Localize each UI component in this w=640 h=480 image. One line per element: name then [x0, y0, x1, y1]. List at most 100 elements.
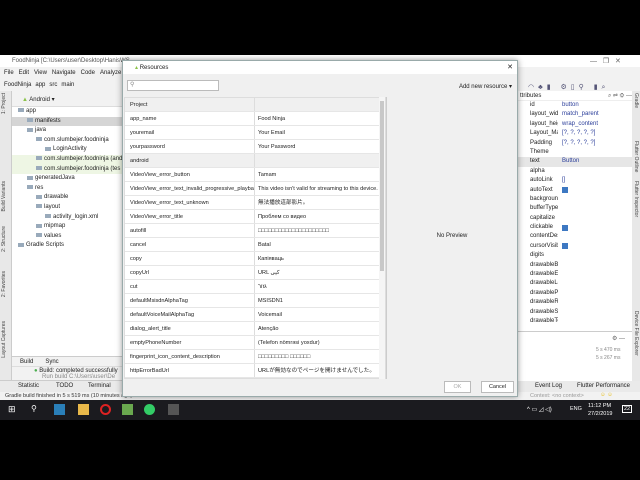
- attribute-row[interactable]: clickable: [518, 223, 632, 232]
- attribute-row[interactable]: Layout_Margin[?, ?, ?, ?, ?]: [518, 129, 632, 138]
- language-indicator[interactable]: ENG: [570, 406, 582, 412]
- attributes-toolbar[interactable]: ⌕ ⇄ ⚙ —: [608, 93, 632, 100]
- close-icon[interactable]: ✕: [507, 63, 513, 71]
- attribute-row[interactable]: id button: [518, 101, 632, 110]
- attribute-value[interactable]: [558, 167, 562, 176]
- tool-tab[interactable]: 2: Structure: [1, 226, 7, 252]
- menu-navigate[interactable]: Navigate: [52, 70, 76, 79]
- table-row[interactable]: defaultVoiceMailAlphaTag Voicemail: [125, 308, 385, 322]
- attribute-row[interactable]: drawableBottom: [518, 261, 632, 270]
- clock-time[interactable]: 11:12 PM: [588, 403, 611, 409]
- notifications-button[interactable]: 22: [622, 405, 633, 413]
- table-row[interactable]: VideoView_error_button Tamam: [125, 168, 385, 182]
- feedback-icons[interactable]: ☺ ☺: [600, 392, 613, 398]
- breadcrumb-item[interactable]: FoodNinja: [4, 82, 31, 91]
- table-row[interactable]: cut גזור: [125, 280, 385, 294]
- attribute-value[interactable]: [?, ?, ?, ?, ?]: [558, 129, 595, 138]
- menu-file[interactable]: File: [4, 70, 14, 79]
- search-input[interactable]: ⚲: [127, 80, 219, 91]
- attribute-row[interactable]: drawableEnd: [518, 270, 632, 279]
- tree-item[interactable]: values: [12, 232, 122, 242]
- search-icon[interactable]: ⚲: [31, 404, 42, 415]
- start-icon[interactable]: ⊞: [8, 404, 19, 415]
- app-icon[interactable]: [122, 404, 133, 415]
- attribute-row[interactable]: contentDescrip: [518, 232, 632, 241]
- tree-item[interactable]: com.slumbejer.foodninja (and: [12, 154, 122, 165]
- attribute-row[interactable]: text Button: [518, 157, 632, 167]
- tree-item[interactable]: mipmap: [12, 222, 122, 232]
- tree-item[interactable]: com.slumbejer.foodninja (tes: [12, 164, 122, 175]
- tool-tab[interactable]: 1: Project: [1, 93, 7, 114]
- attribute-row[interactable]: autoText: [518, 186, 632, 195]
- gear-icon[interactable]: ⚙ —: [612, 335, 625, 342]
- attribute-row[interactable]: layout_heightwrap_content: [518, 120, 632, 129]
- app-icon[interactable]: [54, 404, 65, 415]
- app-icon[interactable]: [168, 404, 179, 415]
- flag-icon[interactable]: [562, 224, 568, 231]
- attribute-row[interactable]: background: [518, 195, 632, 204]
- table-row[interactable]: copyUrl URL کپی: [125, 266, 385, 280]
- table-row[interactable]: youremail Your Email: [125, 126, 385, 140]
- breadcrumb-item[interactable]: app: [35, 82, 45, 91]
- context-selector[interactable]: Context: <no context>: [530, 393, 584, 399]
- clock-date[interactable]: 27/2/2019: [588, 411, 612, 417]
- table-row[interactable]: copy Капіяваць: [125, 252, 385, 266]
- attribute-value[interactable]: [?, ?, ?, ?, ?]: [558, 139, 595, 148]
- attribute-row[interactable]: bufferType: [518, 204, 632, 213]
- tree-item[interactable]: drawable: [12, 193, 122, 203]
- attribute-value[interactable]: [558, 289, 562, 298]
- tree-item[interactable]: app: [12, 107, 122, 117]
- table-row[interactable]: httpErrorBadUrl URLが無効なのでページを開けませんでした。: [125, 364, 385, 378]
- attribute-value[interactable]: Button: [558, 157, 579, 166]
- tab-todo[interactable]: TODO: [56, 383, 73, 389]
- table-row[interactable]: fingerprint_icon_content_description □□□□…: [125, 350, 385, 364]
- attribute-row[interactable]: autoLink []: [518, 176, 632, 185]
- attribute-value[interactable]: [558, 148, 562, 157]
- tree-item[interactable]: com.slumbejer.foodninja: [12, 136, 122, 146]
- menu-analyze[interactable]: Analyze: [100, 70, 121, 79]
- tree-item[interactable]: activity_login.xml: [12, 213, 122, 223]
- system-tray-icons[interactable]: ^ ▭ ◿ ◁): [527, 406, 552, 413]
- table-row[interactable]: VideoView_error_text_unknown 無法播放這部影片。: [125, 196, 385, 210]
- file-explorer-icon[interactable]: [78, 404, 89, 415]
- attribute-value[interactable]: [558, 279, 562, 288]
- window-controls[interactable]: — ❐ ✕: [590, 57, 621, 65]
- tab-flutter-performance[interactable]: Flutter Performance: [577, 383, 630, 389]
- attribute-row[interactable]: drawableTop: [518, 317, 632, 326]
- add-new-resource-button[interactable]: Add new resource ▾: [459, 83, 512, 90]
- attribute-row[interactable]: drawableRight: [518, 298, 632, 307]
- opera-icon[interactable]: [100, 404, 111, 415]
- group-header[interactable]: android: [125, 154, 385, 168]
- tab-statistic[interactable]: Statistic: [18, 383, 39, 389]
- group-header[interactable]: Project: [125, 98, 385, 112]
- attribute-row[interactable]: cursorVisible: [518, 242, 632, 251]
- attribute-row[interactable]: layout_widthmatch_parent: [518, 110, 632, 119]
- attribute-row[interactable]: drawableLeft: [518, 279, 632, 288]
- tool-tab[interactable]: Build Variants: [1, 181, 7, 211]
- attribute-value[interactable]: [558, 317, 562, 326]
- tree-item[interactable]: manifests: [12, 116, 122, 127]
- table-row[interactable]: VideoView_error_text_invalid_progressive…: [125, 182, 385, 196]
- cancel-button[interactable]: Cancel: [481, 381, 514, 393]
- table-row[interactable]: dialog_alert_title Atenção: [125, 322, 385, 336]
- table-row[interactable]: yourpassword Your Password: [125, 140, 385, 154]
- attribute-value[interactable]: [558, 195, 562, 204]
- tree-item[interactable]: java: [12, 126, 122, 136]
- attribute-row[interactable]: drawablePaddin: [518, 289, 632, 298]
- attribute-value[interactable]: []: [558, 176, 565, 185]
- scrollbar-thumb[interactable]: [380, 101, 384, 271]
- tool-tab[interactable]: Gradle: [633, 93, 639, 108]
- table-row[interactable]: cancel Batal: [125, 238, 385, 252]
- flag-icon[interactable]: [562, 243, 568, 250]
- table-row[interactable]: autofill □□□□□□□□□□□□□□□□□□□□□: [125, 224, 385, 238]
- attribute-value[interactable]: [558, 270, 562, 279]
- flag-icon[interactable]: [562, 187, 568, 194]
- attribute-value[interactable]: [558, 214, 562, 223]
- table-row[interactable]: VideoView_error_title Проблем со видео: [125, 210, 385, 224]
- attribute-value[interactable]: button: [558, 101, 579, 110]
- attribute-value[interactable]: [558, 251, 562, 260]
- attribute-value[interactable]: [558, 298, 562, 307]
- attribute-value[interactable]: wrap_content: [558, 120, 598, 129]
- android-studio-icon[interactable]: [144, 404, 155, 415]
- tool-tab[interactable]: 2: Favorites: [1, 271, 7, 297]
